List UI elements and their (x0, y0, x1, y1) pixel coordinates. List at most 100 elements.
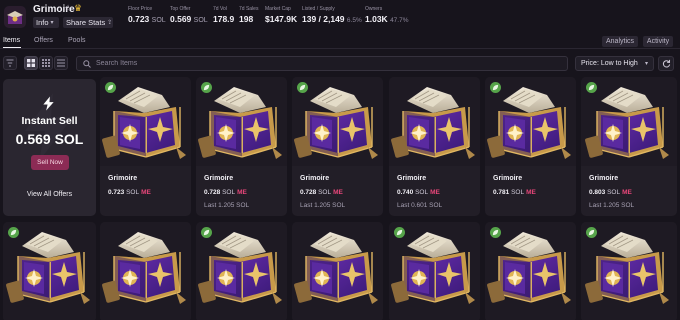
listed-badge-icon (201, 82, 212, 93)
stat-7d-volume: 7d Vol 178.9 (213, 6, 234, 24)
nft-last-sale: Last 0.601 SOL (397, 202, 443, 209)
list-view-button[interactable] (54, 56, 68, 70)
grimoire-book-image (101, 232, 186, 304)
stat-percent: 6.5% (346, 17, 362, 24)
price-unit: SOL (607, 189, 621, 196)
nft-card[interactable] (292, 222, 383, 320)
listed-badge-icon (8, 227, 19, 238)
price-unit: SOL (318, 189, 332, 196)
nft-card[interactable]: Grimoire 0.781 SOL ME (485, 77, 576, 216)
nft-card[interactable] (100, 222, 191, 320)
stat-value: 0.569 (170, 14, 192, 24)
nft-price: 0.728 SOL ME (300, 189, 343, 196)
stat-percent: 47.7% (390, 17, 409, 24)
leaf-icon (107, 84, 114, 91)
grimoire-book-image (390, 87, 475, 159)
listed-badge-icon (490, 82, 501, 93)
nft-card[interactable] (485, 222, 576, 320)
crown-icon: ♛ (74, 3, 83, 13)
nft-card[interactable] (196, 222, 287, 320)
nft-last-sale: Last 1.205 SOL (300, 202, 346, 209)
listed-badge-icon (586, 82, 597, 93)
price-value: 0.781 (493, 189, 510, 196)
stat-value: 0.723 (128, 14, 150, 24)
stat-value: 178.9 (213, 14, 235, 24)
search-input[interactable] (96, 60, 556, 67)
nft-card[interactable] (581, 222, 677, 320)
nft-image (389, 77, 480, 166)
me-tag: ME (622, 189, 632, 196)
collection-avatar[interactable] (4, 6, 26, 28)
refresh-icon (662, 59, 670, 68)
nft-card[interactable]: Grimoire 0.728 SOL ME Last 1.205 SOL (292, 77, 383, 216)
price-value: 0.728 (300, 189, 317, 196)
nft-card[interactable] (3, 222, 96, 320)
nft-name: Grimoire (493, 175, 523, 182)
nft-image (581, 222, 677, 320)
toolbar: Price: Low to High ▾ (0, 54, 680, 74)
grid-large-button[interactable] (24, 56, 38, 70)
leaf-icon (588, 84, 595, 91)
share-stats-button[interactable]: Share Stats ⇪ (63, 17, 113, 28)
view-all-offers-link[interactable]: View All Offers (0, 191, 99, 198)
sell-now-button[interactable]: Sell Now (31, 155, 69, 170)
tab-bar: Items Offers Pools (0, 34, 680, 48)
nft-card[interactable] (389, 222, 480, 320)
stat-7d-sales: 7d Sales 198 (239, 6, 258, 24)
listed-badge-icon (394, 227, 405, 238)
grid-large-icon (27, 59, 35, 67)
stat-label: Owners (365, 6, 383, 12)
collection-header: Grimoire ☆ ♛ Info ▾ Share Stats ⇪ Floor … (0, 0, 680, 32)
grimoire-book-image (293, 232, 378, 304)
filter-button[interactable] (3, 56, 17, 70)
grimoire-book-image (585, 87, 669, 159)
nft-name: Grimoire (204, 175, 234, 182)
analytics-button[interactable]: Analytics (602, 36, 638, 47)
stat-value: 139 / 2,149 (302, 14, 345, 24)
leaf-icon (492, 229, 499, 236)
nft-card[interactable]: Grimoire 0.740 SOL ME Last 0.601 SOL (389, 77, 480, 216)
nft-image (100, 222, 191, 320)
price-unit: SOL (126, 189, 140, 196)
stat-value: $147.9K (265, 14, 298, 24)
activity-button[interactable]: Activity (643, 36, 673, 47)
sort-selected-label: Price: Low to High (581, 60, 638, 67)
stat-label: 7d Vol (213, 6, 227, 12)
grimoire-book-image (585, 232, 669, 304)
nft-name: Grimoire (300, 175, 330, 182)
tab-offers[interactable]: Offers (34, 37, 53, 44)
info-dropdown-button[interactable]: Info ▾ (33, 17, 59, 28)
favorite-star-icon[interactable]: ☆ (64, 3, 72, 14)
nft-name: Grimoire (397, 175, 427, 182)
stat-unit: SOL (151, 17, 166, 24)
nft-card[interactable]: Grimoire 0.803 SOL ME Last 1.205 SOL (581, 77, 677, 216)
me-tag: ME (333, 189, 343, 196)
me-tag: ME (237, 189, 247, 196)
leaf-icon (10, 229, 17, 236)
listed-badge-icon (490, 227, 501, 238)
refresh-button[interactable] (658, 56, 674, 71)
me-tag: ME (141, 189, 151, 196)
stat-market-cap: Market Cap $147.9K (265, 6, 297, 24)
stat-owners: Owners 1.03K 47.7% (365, 6, 409, 24)
tab-items[interactable]: Items (3, 37, 20, 44)
divider (0, 48, 680, 49)
nft-card[interactable]: Grimoire 0.728 SOL ME Last 1.205 SOL (196, 77, 287, 216)
price-unit: SOL (511, 189, 525, 196)
nft-price: 0.740 SOL ME (397, 189, 440, 196)
grid-small-icon (42, 59, 50, 67)
nft-card[interactable]: Grimoire 0.723 SOL ME (100, 77, 191, 216)
price-value: 0.803 (589, 189, 606, 196)
leaf-icon (396, 229, 403, 236)
nft-image (292, 222, 383, 320)
grid-small-button[interactable] (39, 56, 53, 70)
listed-badge-icon (201, 227, 212, 238)
sort-dropdown[interactable]: Price: Low to High ▾ (575, 56, 654, 71)
info-label: Info (36, 18, 49, 27)
tab-pools[interactable]: Pools (68, 37, 86, 44)
listed-badge-icon (105, 82, 116, 93)
stat-floor-price: Floor Price 0.723 SOL (128, 6, 166, 24)
nft-price: 0.803 SOL ME (589, 189, 632, 196)
instant-sell-price: 0.569 SOL (15, 131, 84, 147)
stat-label: Market Cap (265, 6, 291, 12)
